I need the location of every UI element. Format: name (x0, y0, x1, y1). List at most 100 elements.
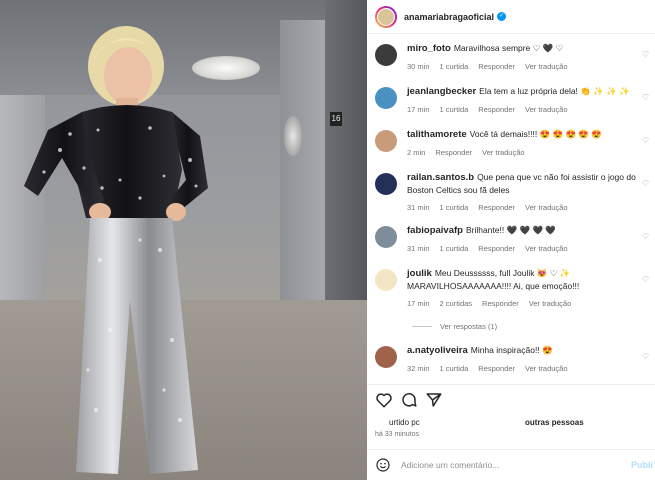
comment-meta: 31 min 1 curtida Responder Ver tradução (407, 244, 652, 253)
comment-message: Ela tem a luz própria dela! 👏 ✨ ✨ ✨ (479, 86, 630, 96)
comment-time: 31 min (407, 203, 430, 212)
reply-button[interactable]: Responder (478, 105, 515, 114)
post-photo[interactable]: 16 (0, 0, 367, 480)
comment-meta: 2 min Responder Ver tradução (407, 148, 652, 157)
comment-username[interactable]: jeanlangbecker (407, 86, 476, 97)
post-time: há 33 minutos (375, 431, 419, 438)
comment-username[interactable]: a.natyoliveira (407, 345, 468, 356)
post-side-panel: anamariabragaoficial ✓ miro_foto Maravilh… (367, 0, 655, 480)
commenter-avatar[interactable] (375, 130, 397, 152)
comment-likes[interactable]: 1 curtida (440, 203, 469, 212)
reply-button[interactable]: Responder (478, 203, 515, 212)
add-comment-bar: Publi (367, 449, 655, 480)
comment-meta: 17 min 1 curtida Responder Ver tradução (407, 105, 652, 114)
comment-input[interactable] (401, 460, 621, 470)
comment-username[interactable]: miro_foto (407, 43, 451, 54)
comment-meta: 30 min 1 curtida Responder Ver tradução (407, 62, 652, 71)
reply-button[interactable]: Responder (435, 148, 472, 157)
likes-summary[interactable]: urtido pc outras pessoas (375, 416, 650, 430)
comment-item: talithamorete Você tá demais!!!! 😍 😍 😍 😍 … (375, 128, 653, 157)
comment-like-heart-icon[interactable]: ♡ (642, 352, 649, 361)
emoji-icon[interactable] (375, 457, 391, 473)
comment-text: joulik Meu Deussssss, full Joulik 😻 ♡ ✨ M… (407, 267, 652, 292)
commenter-avatar[interactable] (375, 173, 397, 195)
publish-button[interactable]: Publi (631, 460, 653, 470)
replies-divider (412, 326, 432, 327)
comment-text: miro_foto Maravilhosa sempre ♡ 🖤 ♡ (407, 42, 652, 55)
see-translation-button[interactable]: Ver tradução (482, 148, 525, 157)
share-icon[interactable] (425, 391, 443, 409)
comment-text: jeanlangbecker Ela tem a luz própria dela… (407, 85, 652, 98)
reply-button[interactable]: Responder (478, 62, 515, 71)
comment-icon[interactable] (400, 391, 418, 409)
reply-button[interactable]: Responder (478, 244, 515, 253)
comment-meta: 31 min 1 curtida Responder Ver tradução (407, 203, 652, 212)
see-translation-button[interactable]: Ver tradução (529, 299, 572, 308)
comment-body: fabiopaivafp Brilhante!! 🖤 🖤 🖤 🖤 31 min 1 c… (407, 224, 652, 253)
comment-meta: 17 min 2 curtidas Responder Ver tradução (407, 299, 652, 308)
reply-button[interactable]: Responder (482, 299, 519, 308)
comment-message: Meu Deussssss, full Joulik 😻 ♡ ✨ MARAVIL… (407, 268, 580, 291)
comment-body: miro_foto Maravilhosa sempre ♡ 🖤 ♡ 30 min 1… (407, 42, 652, 71)
comment-likes[interactable]: 1 curtida (440, 364, 469, 373)
comment-text: a.natyoliveira Minha inspiração!! 😍 (407, 344, 652, 357)
comment-message: Minha inspiração!! 😍 (470, 345, 553, 355)
comment-time: 17 min (407, 299, 430, 308)
comment-item: miro_foto Maravilhosa sempre ♡ 🖤 ♡ 30 min 1… (375, 42, 653, 71)
comment-like-heart-icon[interactable]: ♡ (642, 232, 649, 241)
commenter-avatar[interactable] (375, 269, 397, 291)
comment-likes[interactable]: 1 curtida (440, 105, 469, 114)
comment-body: railan.santos.b Que pena que vc não foi a… (407, 171, 652, 212)
comment-body: a.natyoliveira Minha inspiração!! 😍 32 min… (407, 344, 652, 373)
comment-likes[interactable]: 1 curtida (440, 62, 469, 71)
comment-item: railan.santos.b Que pena que vc não foi a… (375, 171, 653, 212)
comment-time: 2 min (407, 148, 426, 157)
heart-icon[interactable] (375, 391, 393, 409)
commenter-avatar[interactable] (375, 346, 397, 368)
comments-list: miro_foto Maravilhosa sempre ♡ 🖤 ♡ 30 min 1… (367, 38, 655, 378)
comment-likes[interactable]: 1 curtida (440, 244, 469, 253)
post-actions (367, 384, 655, 414)
comment-like-heart-icon[interactable]: ♡ (642, 275, 649, 284)
comment-username[interactable]: talithamorete (407, 129, 467, 140)
photo-person (24, 26, 208, 474)
comment-message: Você tá demais!!!! 😍 😍 😍 😍 😍 (469, 129, 602, 139)
comment-likes[interactable]: 2 curtidas (440, 299, 473, 308)
post-header: anamariabragaoficial ✓ (367, 0, 655, 34)
see-translation-button[interactable]: Ver tradução (525, 364, 568, 373)
comment-username[interactable]: fabiopaivafp (407, 225, 463, 236)
comment-meta: 32 min 1 curtida Responder Ver tradução (407, 364, 652, 373)
see-translation-button[interactable]: Ver tradução (525, 105, 568, 114)
comment-body: talithamorete Você tá demais!!!! 😍 😍 😍 😍 … (407, 128, 652, 157)
see-translation-button[interactable]: Ver tradução (525, 62, 568, 71)
comment-time: 31 min (407, 244, 430, 253)
comment-like-heart-icon[interactable]: ♡ (642, 50, 649, 59)
comment-body: joulik Meu Deussssss, full Joulik 😻 ♡ ✨ M… (407, 267, 652, 308)
comment-username[interactable]: joulik (407, 268, 432, 279)
verified-badge-icon: ✓ (497, 12, 507, 21)
reply-button[interactable]: Responder (478, 364, 515, 373)
see-translation-button[interactable]: Ver tradução (525, 203, 568, 212)
view-replies-link[interactable]: Ver respostas (1) (412, 322, 497, 331)
commenter-avatar[interactable] (375, 44, 397, 66)
commenter-avatar[interactable] (375, 87, 397, 109)
comment-username[interactable]: railan.santos.b (407, 172, 474, 183)
comment-item: joulik Meu Deussssss, full Joulik 😻 ♡ ✨ M… (375, 267, 653, 308)
comment-like-heart-icon[interactable]: ♡ (642, 93, 649, 102)
comment-text: railan.santos.b Que pena que vc não foi a… (407, 171, 652, 196)
author-username[interactable]: anamariabragaoficial (404, 12, 494, 22)
comment-item: fabiopaivafp Brilhante!! 🖤 🖤 🖤 🖤 31 min 1 c… (375, 224, 653, 253)
likes-left-text: urtido pc (389, 418, 420, 427)
comment-like-heart-icon[interactable]: ♡ (642, 179, 649, 188)
commenter-avatar[interactable] (375, 226, 397, 248)
comment-text: fabiopaivafp Brilhante!! 🖤 🖤 🖤 🖤 (407, 224, 652, 237)
comment-like-heart-icon[interactable]: ♡ (642, 136, 649, 145)
comment-body: jeanlangbecker Ela tem a luz própria dela… (407, 85, 652, 114)
comment-item: a.natyoliveira Minha inspiração!! 😍 32 min… (375, 344, 653, 373)
likes-right-text: outras pessoas (525, 418, 584, 427)
comment-item: jeanlangbecker Ela tem a luz própria dela… (375, 85, 653, 114)
see-translation-button[interactable]: Ver tradução (525, 244, 568, 253)
author-avatar[interactable] (375, 5, 397, 28)
comment-time: 17 min (407, 105, 430, 114)
comment-time: 30 min (407, 62, 430, 71)
